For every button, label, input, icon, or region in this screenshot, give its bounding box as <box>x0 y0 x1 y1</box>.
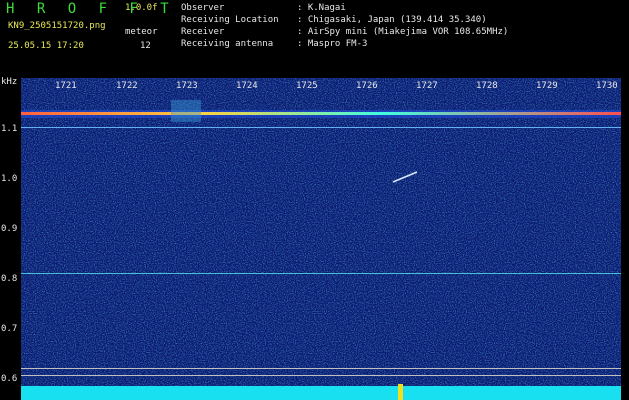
x-tick-label: 1728 <box>476 81 498 91</box>
app-version: 1.0.0f <box>125 3 158 13</box>
x-tick-label: 1729 <box>536 81 558 91</box>
x-tick-label: 1722 <box>116 81 138 91</box>
info-label-antenna: Receiving antenna <box>181 39 274 49</box>
info-value-location: : Chigasaki, Japan (139.414 35.340) <box>297 15 487 25</box>
noise-burst <box>171 100 201 122</box>
meteor-count: 12 <box>140 41 151 51</box>
y-tick-label: 0.6 <box>1 374 18 384</box>
hline-2 <box>21 273 621 274</box>
y-tick-label: 0.7 <box>1 324 18 334</box>
x-tick-label: 1727 <box>416 81 438 91</box>
hline-3 <box>21 368 621 369</box>
hline-1 <box>21 127 621 128</box>
x-tick-label: 1721 <box>55 81 77 91</box>
meteor-label: meteor <box>125 27 158 37</box>
x-tick-label: 1725 <box>296 81 318 91</box>
info-label-location: Receiving Location <box>181 15 279 25</box>
y-axis-unit: kHz <box>1 77 18 87</box>
x-tick-label: 1726 <box>356 81 378 91</box>
header: H R O F F T 1.0.0f KN9_2505151720.png me… <box>0 0 629 74</box>
file-name: KN9_2505151720.png <box>8 21 106 31</box>
info-label-receiver: Receiver <box>181 27 225 37</box>
y-tick-label: 0.9 <box>1 224 18 234</box>
y-tick-label: 0.8 <box>1 274 18 284</box>
info-value-antenna: : Maspro FM-3 <box>297 39 368 49</box>
spectrogram <box>21 78 621 400</box>
y-tick-label: 1.0 <box>1 174 18 184</box>
y-tick-label: 1.1 <box>1 124 18 134</box>
carrier-band <box>21 112 621 115</box>
info-value-receiver: : AirSpy mini (Miakejima VOR 108.65MHz) <box>297 27 509 37</box>
spectrogram-canvas <box>21 78 621 400</box>
info-label-observer: Observer <box>181 3 225 13</box>
hline-4 <box>21 375 621 376</box>
info-value-observer: : K.Nagai <box>297 3 346 13</box>
spectrogram-noise <box>21 78 621 400</box>
time-cursor <box>398 384 403 400</box>
x-tick-label: 1723 <box>176 81 198 91</box>
x-tick-label: 1730 <box>596 81 618 91</box>
bottom-band <box>21 386 621 400</box>
x-tick-label: 1724 <box>236 81 258 91</box>
date-time: 25.05.15 17:20 <box>8 41 84 51</box>
